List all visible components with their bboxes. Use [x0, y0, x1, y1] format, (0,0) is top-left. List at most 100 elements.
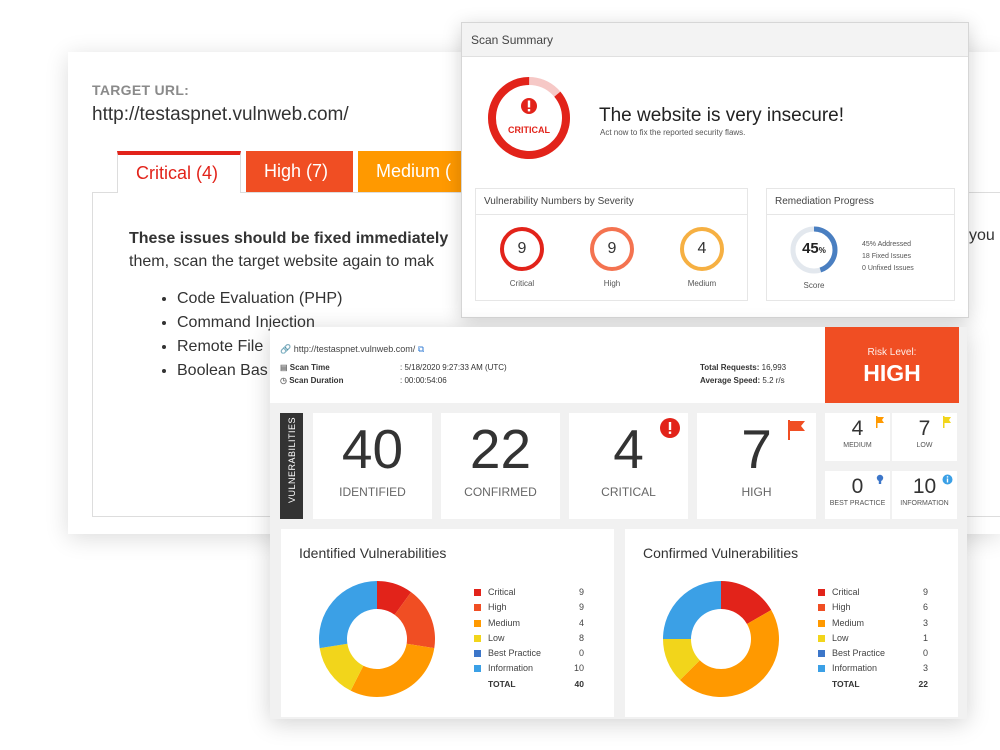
high-tile[interactable]: 7 HIGH	[697, 413, 816, 519]
legend-swatch	[474, 619, 481, 627]
legend-total: TOTAL 22	[818, 679, 928, 694]
legend-value: 9	[922, 587, 928, 597]
scan-time-value: : 5/18/2020 9:27:33 AM (UTC)	[400, 363, 507, 372]
tile-label: HIGH	[741, 485, 772, 499]
remediation-panel: Remediation Progress 45% Score 45% Addre…	[766, 188, 955, 301]
flag-icon	[788, 420, 805, 440]
risk-level-badge: Risk Level: HIGH	[825, 327, 959, 403]
confirmed-tile[interactable]: 22 CONFIRMED	[441, 413, 560, 519]
legend-item[interactable]: Medium 4	[474, 618, 584, 633]
score-value: 45%	[802, 240, 826, 257]
legend-value: 9	[578, 587, 584, 597]
legend-item[interactable]: Low 8	[474, 633, 584, 648]
legend-item[interactable]: Best Practice 0	[818, 648, 928, 663]
legend-swatch	[818, 619, 825, 627]
critical-tile[interactable]: 4 CRITICAL	[569, 413, 688, 519]
legend-total-label: TOTAL	[488, 678, 516, 689]
severity-ring: 9	[500, 227, 544, 271]
severity-panel-title: Vulnerability Numbers by Severity	[476, 189, 747, 215]
severity-high: 9 High	[587, 227, 637, 288]
tile-label: INFORMATION	[900, 500, 949, 507]
risk-level-value: HIGH	[863, 360, 921, 386]
legend-value: 0	[922, 648, 928, 659]
legend-swatch	[474, 589, 481, 596]
scan-url-text[interactable]: http://testaspnet.vulnweb.com/	[294, 344, 416, 354]
legend-item[interactable]: Critical 9	[818, 587, 928, 602]
legend-swatch	[818, 634, 825, 642]
scan-url[interactable]: 🔗 http://testaspnet.vulnweb.com/ ⧉	[280, 344, 424, 355]
vulnerabilities-side-label: VULNERABILITIES	[280, 413, 303, 519]
tab-critical[interactable]: Critical (4)	[117, 151, 241, 193]
target-url-label: TARGET URL:	[92, 82, 190, 98]
legend-total-value: 40	[574, 678, 584, 689]
legend-label: Best Practice	[832, 648, 886, 659]
stat-fixed: 18 Fixed Issues	[862, 253, 912, 260]
score-caption: Score	[803, 281, 825, 290]
legend-item[interactable]: Medium 3	[818, 618, 928, 633]
identified-chart-card: Identified Vulnerabilities Critical 9 High…	[281, 529, 614, 717]
legend-item[interactable]: Critical 9	[474, 587, 584, 602]
legend-item[interactable]: Low 1	[818, 633, 928, 648]
target-url[interactable]: http://testaspnet.vulnweb.com/	[92, 104, 349, 126]
gauge-ring	[488, 77, 570, 159]
legend-label: High	[832, 602, 851, 613]
identified-tile[interactable]: 40 IDENTIFIED	[313, 413, 432, 519]
flag-icon	[876, 416, 884, 428]
legend-total-value: 22	[918, 678, 928, 689]
legend-label: Critical	[488, 587, 516, 597]
legend-label: Information	[488, 663, 534, 674]
tile-label: MEDIUM	[843, 442, 872, 449]
donut-chart	[319, 581, 435, 697]
severity-ring: 9	[590, 227, 634, 271]
scan-dashboard: 🔗 http://testaspnet.vulnweb.com/ ⧉ ▤ Sca…	[270, 327, 967, 719]
legend-item[interactable]: High 9	[474, 602, 584, 617]
tile-label: CRITICAL	[601, 485, 656, 499]
donut-slice-medium[interactable]	[350, 643, 435, 697]
legend-value: 10	[573, 663, 584, 674]
legend-item[interactable]: Information 10	[474, 663, 584, 678]
legend-swatch	[474, 650, 481, 658]
best-practice-tile[interactable]: 0 BEST PRACTICE	[825, 471, 890, 519]
legend-value: 3	[922, 663, 928, 674]
severity-panel: Vulnerability Numbers by Severity 9 Crit…	[475, 188, 748, 301]
external-link-icon[interactable]: ⧉	[418, 344, 424, 354]
tab-high[interactable]: High (7)	[246, 151, 353, 192]
severity-critical: 9 Critical	[497, 227, 547, 288]
critical-gauge: CRITICAL	[486, 75, 572, 161]
dashboard-header: 🔗 http://testaspnet.vulnweb.com/ ⧉ ▤ Sca…	[270, 327, 825, 403]
legend-label: Low	[488, 632, 505, 643]
legend-item[interactable]: Information 3	[818, 663, 928, 678]
low-tile[interactable]: 7 LOW	[892, 413, 957, 461]
stat-unfixed: 0 Unfixed Issues	[862, 265, 914, 272]
severity-ring: 4	[680, 227, 724, 271]
legend-item[interactable]: High 6	[818, 602, 928, 617]
legend-label: Best Practice	[488, 648, 542, 659]
legend-value: 8	[578, 632, 584, 643]
link-icon: 🔗	[280, 344, 292, 354]
issue-item[interactable]: Code Evaluation (PHP)	[177, 287, 342, 311]
donut-slice-information[interactable]	[663, 581, 721, 639]
status-headline: The website is very insecure!	[599, 105, 844, 126]
legend-value: 0	[578, 648, 584, 659]
legend-label: Low	[832, 632, 849, 643]
legend-label: Information	[832, 663, 878, 674]
legend-total: TOTAL 40	[474, 679, 584, 694]
donut-slice-information[interactable]	[319, 581, 377, 649]
legend-item[interactable]: Best Practice 0	[474, 648, 584, 663]
scan-time-label: ▤ Scan Time	[280, 363, 330, 372]
information-tile[interactable]: 10 INFORMATION	[892, 471, 957, 519]
tile-label: CONFIRMED	[464, 485, 537, 499]
legend-swatch	[474, 604, 481, 612]
medium-tile[interactable]: 4 MEDIUM	[825, 413, 890, 461]
scan-duration-label: ◷ Scan Duration	[280, 376, 344, 385]
legend-swatch	[818, 589, 825, 596]
clock-icon: ◷	[280, 376, 287, 385]
tile-label: BEST PRACTICE	[829, 500, 886, 507]
legend-value: 4	[578, 617, 584, 628]
calendar-icon: ▤	[280, 363, 288, 372]
legend-label: High	[488, 602, 507, 613]
legend-swatch	[474, 665, 481, 673]
severity-medium: 4 Medium	[677, 227, 727, 288]
legend-value: 9	[578, 602, 584, 613]
alert-icon	[660, 418, 680, 438]
